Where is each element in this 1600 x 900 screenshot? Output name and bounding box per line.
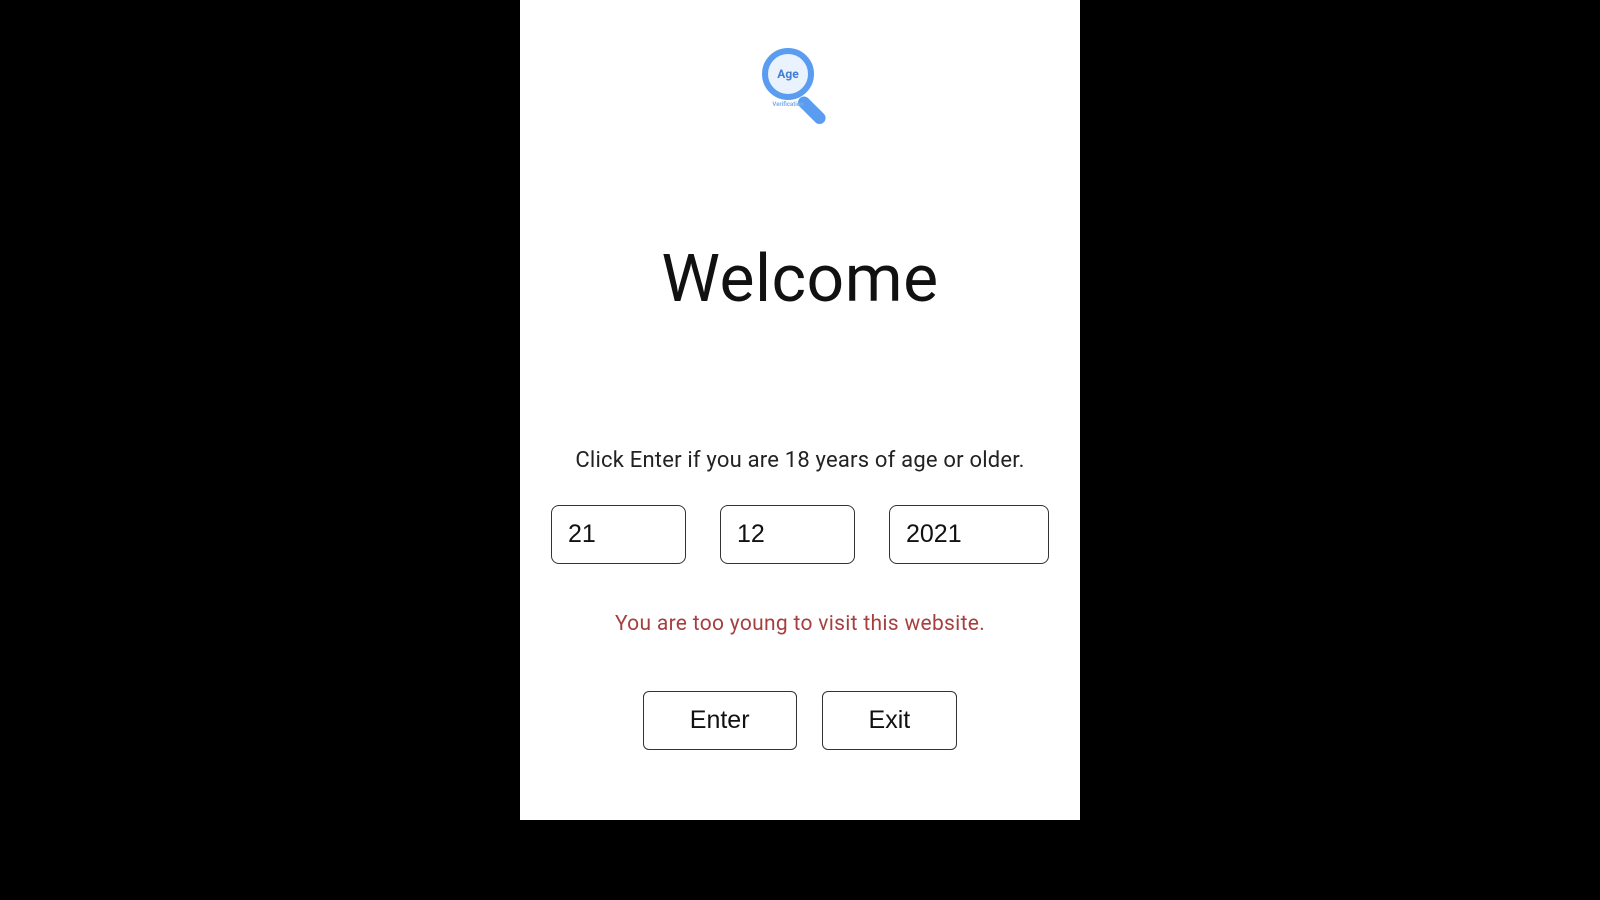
month-input[interactable] xyxy=(720,505,855,564)
enter-button[interactable]: Enter xyxy=(643,691,797,750)
exit-button[interactable]: Exit xyxy=(822,691,958,750)
date-input-row xyxy=(551,505,1049,564)
error-message: You are too young to visit this website. xyxy=(615,612,985,636)
age-verification-logo: Age Verification xyxy=(760,46,840,126)
magnifying-glass-icon: Age Verification xyxy=(760,46,840,126)
svg-text:Age: Age xyxy=(777,67,799,81)
age-verification-panel: Age Verification Welcome Click Enter if … xyxy=(520,0,1080,820)
year-input[interactable] xyxy=(889,505,1049,564)
svg-text:Verification: Verification xyxy=(772,101,804,108)
day-input[interactable] xyxy=(551,505,686,564)
button-row: Enter Exit xyxy=(643,691,957,750)
instructions-text: Click Enter if you are 18 years of age o… xyxy=(575,448,1024,473)
page-title: Welcome xyxy=(661,241,938,318)
